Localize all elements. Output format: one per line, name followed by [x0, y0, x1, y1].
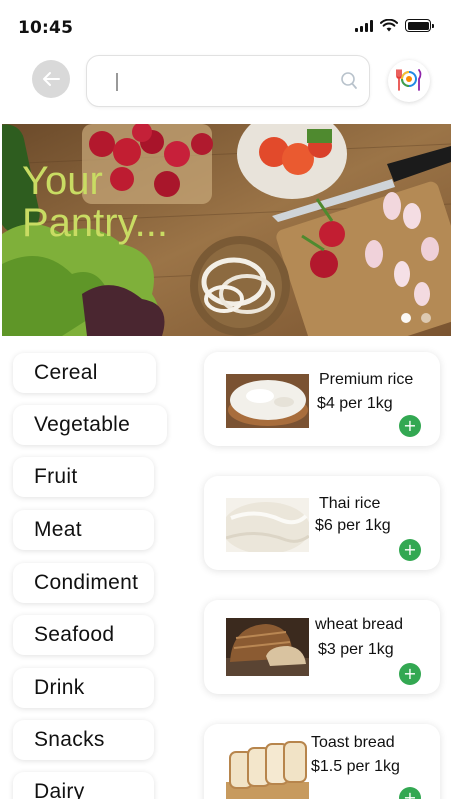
search-box[interactable] — [86, 55, 370, 107]
category-meat[interactable]: Meat — [13, 510, 154, 550]
product-name: Thai rice — [319, 495, 381, 512]
signal-icon — [355, 19, 373, 32]
product-price: $3 per 1kg — [318, 641, 394, 658]
product-image-toast-bread — [226, 738, 309, 799]
product-image-wheat-bread — [226, 618, 309, 676]
carousel-dot-active[interactable] — [401, 313, 411, 323]
hero-banner[interactable]: Your Pantry... — [2, 124, 451, 336]
search-icon[interactable] — [340, 71, 358, 91]
product-price: $4 per 1kg — [317, 395, 393, 412]
battery-icon — [405, 19, 434, 32]
category-snacks[interactable]: Snacks — [13, 720, 154, 760]
search-input[interactable] — [115, 68, 335, 96]
status-bar: 10:45 — [0, 0, 451, 52]
restaurant-logo-button[interactable] — [388, 60, 430, 102]
restaurant-logo-icon — [396, 69, 422, 91]
wifi-icon — [380, 19, 398, 32]
arrow-left-icon — [43, 72, 60, 86]
product-card[interactable]: Premium rice $4 per 1kg + — [204, 352, 440, 446]
carousel-dots — [401, 313, 431, 323]
add-to-cart-button[interactable]: + — [399, 787, 421, 799]
category-drink[interactable]: Drink — [13, 668, 154, 708]
product-price: $1.5 per 1kg — [311, 758, 400, 775]
back-button[interactable] — [32, 60, 70, 98]
category-fruit[interactable]: Fruit — [13, 457, 154, 497]
category-dairy[interactable]: Dairy — [13, 772, 154, 799]
banner-title-line2: Pantry... — [22, 201, 168, 245]
product-name: Premium rice — [319, 371, 414, 388]
add-to-cart-button[interactable]: + — [399, 415, 421, 437]
category-seafood[interactable]: Seafood — [13, 615, 154, 655]
product-card[interactable]: wheat bread $3 per 1kg + — [204, 600, 440, 694]
add-to-cart-button[interactable]: + — [399, 539, 421, 561]
banner-title-line1: Your — [22, 159, 103, 203]
text-cursor — [116, 73, 118, 91]
product-name: Toast bread — [311, 734, 395, 751]
category-condiment[interactable]: Condiment — [13, 563, 154, 603]
header — [0, 52, 451, 120]
product-name: wheat bread — [315, 616, 404, 633]
product-image-rice-pile — [226, 498, 309, 552]
category-cereal[interactable]: Cereal — [13, 353, 156, 393]
product-image-rice-bowl — [226, 374, 309, 428]
carousel-dot[interactable] — [421, 313, 431, 323]
status-icons — [355, 19, 434, 32]
product-price: $6 per 1kg — [315, 517, 391, 534]
add-to-cart-button[interactable]: + — [399, 663, 421, 685]
product-card[interactable]: Thai rice $6 per 1kg + — [204, 476, 440, 570]
product-card[interactable]: Toast bread $1.5 per 1kg + — [204, 724, 440, 799]
banner-title: Your Pantry... — [22, 160, 168, 244]
status-time: 10:45 — [18, 18, 74, 38]
category-vegetable[interactable]: Vegetable — [13, 405, 167, 445]
